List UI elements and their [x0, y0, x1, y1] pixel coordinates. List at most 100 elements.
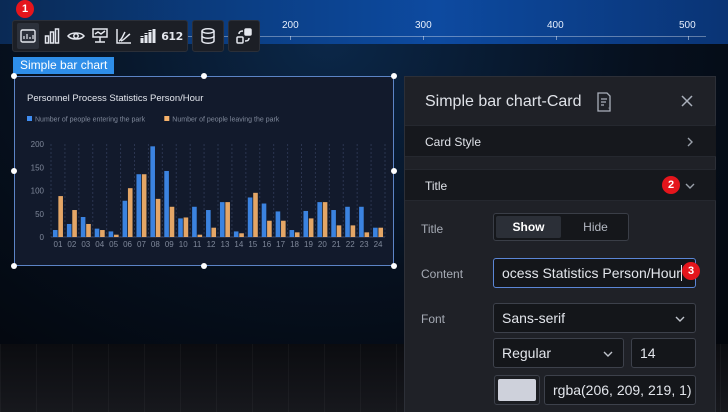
chart-bar [261, 203, 267, 237]
axis-tick-label: 200 [282, 20, 299, 31]
legend-swatch [164, 116, 170, 121]
axis-tick-label: 400 [547, 20, 564, 31]
chart-bar [86, 223, 91, 237]
convert-button[interactable] [228, 20, 260, 52]
chart-bar [66, 223, 72, 237]
data-source-button[interactable] [192, 20, 224, 52]
number-612-icon[interactable]: 612 [161, 23, 183, 49]
x-tick-label: 24 [374, 240, 383, 249]
legend-label: Number of people entering the park [35, 117, 146, 124]
font-label: Font [421, 312, 446, 326]
chart-bar [58, 196, 63, 237]
chart-bar [52, 230, 58, 237]
bar-chart-card-icon[interactable] [17, 23, 39, 49]
x-tick-label: 05 [109, 240, 118, 249]
x-tick-label: 07 [137, 240, 146, 249]
chart-type-group: 612 [12, 20, 188, 52]
step-badge-3: 3 [682, 262, 700, 280]
resize-handle[interactable] [391, 168, 397, 174]
chart-bar [336, 225, 342, 237]
chart-bar [197, 234, 203, 237]
resize-handle[interactable] [11, 168, 17, 174]
chart-bar [80, 217, 86, 237]
title-content-input[interactable]: ocess Statistics Person/Hour [493, 258, 696, 288]
chart-bar [317, 202, 322, 237]
resize-handle[interactable] [201, 263, 207, 269]
bar-chart: Personnel Process Statistics Person/Hour… [27, 93, 386, 249]
chart-bar [331, 210, 336, 237]
chart-bar [211, 227, 217, 237]
chart-bar [233, 231, 239, 237]
chart-bar [178, 218, 183, 237]
hide-option[interactable]: Hide [563, 214, 628, 240]
area-chart-icon[interactable] [113, 23, 135, 49]
font-size-input[interactable]: 14 [631, 338, 696, 368]
component-label[interactable]: Simple bar chart [13, 57, 115, 74]
resize-handle[interactable] [11, 73, 17, 79]
x-tick-label: 20 [318, 240, 327, 249]
chart-bar [114, 234, 119, 237]
chart-bar [219, 202, 225, 237]
resize-handle[interactable] [391, 73, 397, 79]
stacked-bar-icon[interactable] [137, 23, 159, 49]
legend-swatch [27, 116, 32, 121]
bar-chart-card[interactable]: Personnel Process Statistics Person/Hour… [14, 76, 394, 266]
font-color-swatch[interactable] [494, 375, 540, 405]
chart-bar [322, 202, 328, 237]
chart-title: Personnel Process Statistics Person/Hour [27, 93, 203, 104]
x-tick-label: 04 [95, 240, 104, 249]
chart-bar [378, 227, 384, 237]
section-card-style[interactable]: Card Style [405, 125, 716, 157]
chart-bar [364, 232, 370, 237]
eye-target-icon[interactable] [65, 23, 87, 49]
font-family-select[interactable]: Sans-serif [493, 303, 696, 333]
chart-bar [225, 202, 230, 237]
content-label: Content [421, 267, 464, 281]
x-tick-label: 10 [179, 240, 188, 249]
chart-bar [275, 211, 281, 237]
x-tick-label: 03 [81, 240, 90, 249]
line-chart-icon[interactable] [89, 23, 111, 49]
close-icon[interactable] [679, 93, 695, 109]
document-help-icon[interactable] [595, 92, 613, 112]
chart-bar [373, 227, 378, 237]
chart-bar [150, 146, 155, 237]
chevron-down-icon [685, 183, 695, 189]
chart-bar [239, 233, 244, 237]
chart-bar [136, 174, 142, 237]
chart-bar [345, 206, 350, 237]
axis-tick-label: 500 [679, 20, 696, 31]
chart-bar [281, 220, 286, 237]
x-tick-label: 15 [248, 240, 257, 249]
y-tick-label: 150 [31, 163, 45, 172]
x-tick-label: 14 [234, 240, 243, 249]
chart-bar [108, 231, 114, 237]
x-tick-label: 01 [54, 240, 63, 249]
x-tick-label: 11 [193, 240, 202, 249]
chart-bar [206, 210, 211, 237]
legend-label: Number of people leaving the park [172, 117, 280, 124]
resize-handle[interactable] [201, 73, 207, 79]
font-weight-select[interactable]: Regular [493, 338, 624, 368]
chart-bar [289, 230, 295, 237]
chart-toolbar: 612 [12, 20, 260, 52]
x-tick-label: 23 [360, 240, 369, 249]
chart-bar [183, 217, 189, 237]
resize-handle[interactable] [11, 263, 17, 269]
x-tick-label: 08 [151, 240, 160, 249]
x-tick-label: 06 [123, 240, 132, 249]
chart-bar [267, 220, 272, 237]
chevron-right-icon [687, 137, 693, 147]
chart-bar [359, 206, 364, 237]
y-tick-label: 200 [31, 140, 45, 149]
chart-bar [72, 210, 77, 237]
chart-bar [100, 230, 105, 237]
show-option[interactable]: Show [496, 216, 561, 238]
chart-bar [294, 232, 300, 237]
database-icon [197, 23, 219, 49]
bar-chart-icon[interactable] [41, 23, 63, 49]
chevron-down-icon [603, 351, 613, 357]
font-color-input[interactable]: rgba(206, 209, 219, 1) [544, 375, 696, 405]
resize-handle[interactable] [391, 263, 397, 269]
chart-bar [308, 218, 314, 237]
